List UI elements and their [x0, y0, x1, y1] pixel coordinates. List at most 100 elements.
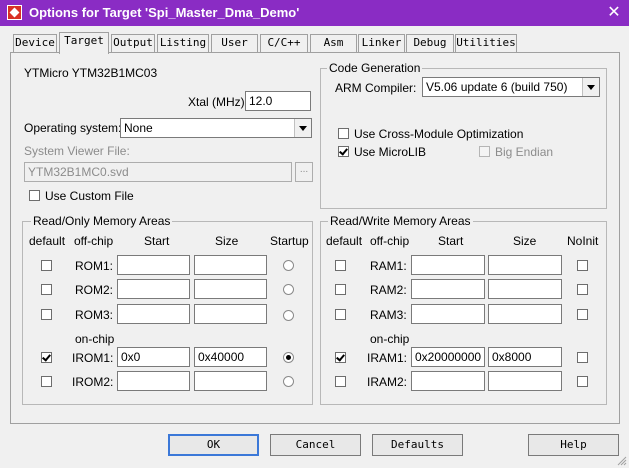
rom-header-startup: Startup	[270, 234, 309, 248]
irom1-label: IROM1:	[72, 351, 114, 365]
cancel-button[interactable]: Cancel	[270, 434, 361, 456]
xtal-label: Xtal (MHz):	[188, 95, 248, 109]
ram-header-start: Start	[438, 234, 464, 248]
rom3-default-checkbox[interactable]	[41, 309, 52, 320]
microlib-label: Use MicroLIB	[354, 145, 427, 159]
compiler-label: ARM Compiler:	[335, 81, 417, 95]
title-bar: Options for Target 'Spi_Master_Dma_Demo'…	[0, 0, 629, 26]
ram1-noinit-checkbox[interactable]	[577, 260, 588, 271]
ram3-start-input[interactable]	[411, 304, 485, 324]
ram3-default-checkbox[interactable]	[335, 309, 346, 320]
tab-debug[interactable]: Debug	[406, 34, 454, 52]
rom2-startup-radio[interactable]	[283, 284, 294, 295]
os-label: Operating system:	[24, 121, 122, 135]
tab-utilities[interactable]: Utilities	[455, 34, 517, 52]
chevron-down-icon[interactable]	[582, 78, 599, 96]
rom1-default-checkbox[interactable]	[41, 260, 52, 271]
ram1-size-input[interactable]	[488, 255, 562, 275]
os-select-value: None	[124, 121, 153, 135]
tab-c-cpp[interactable]: C/C++	[260, 34, 308, 52]
rom2-size-input[interactable]	[194, 279, 267, 299]
irom2-default-checkbox[interactable]	[41, 376, 52, 387]
code-generation-label: Code Generation	[327, 61, 423, 75]
rom1-start-input[interactable]	[117, 255, 190, 275]
tab-target[interactable]: Target	[59, 32, 109, 54]
rom3-startup-radio[interactable]	[283, 310, 294, 321]
compiler-select[interactable]: V5.06 update 6 (build 750)	[422, 77, 600, 97]
ram2-label: RAM2:	[370, 283, 407, 297]
svd-input[interactable]: YTM32B1MC0.svd	[24, 162, 292, 182]
iram1-default-checkbox[interactable]	[335, 352, 346, 363]
ram3-size-input[interactable]	[488, 304, 562, 324]
iram2-start-input[interactable]	[411, 371, 485, 391]
ram1-default-checkbox[interactable]	[335, 260, 346, 271]
irom1-startup-radio[interactable]	[283, 352, 294, 363]
ram-header-offchip: off-chip	[370, 234, 410, 248]
svd-browse-button[interactable]: ...	[295, 162, 313, 182]
close-icon[interactable]: ✕	[604, 3, 624, 23]
ram2-noinit-checkbox[interactable]	[577, 284, 588, 295]
ram-header-default: default	[326, 234, 363, 248]
xtal-input[interactable]: 12.0	[245, 91, 311, 111]
ok-button[interactable]: OK	[168, 434, 259, 456]
rom1-size-input[interactable]	[194, 255, 267, 275]
resize-grip-icon[interactable]	[617, 456, 627, 466]
tab-device[interactable]: Device	[13, 34, 57, 52]
ram2-size-input[interactable]	[488, 279, 562, 299]
iram2-label: IRAM2:	[367, 375, 408, 389]
device-name: YTMicro YTM32B1MC03	[24, 66, 158, 80]
compiler-select-value: V5.06 update 6 (build 750)	[426, 80, 568, 94]
irom2-startup-radio[interactable]	[283, 376, 294, 387]
irom1-start-input[interactable]: 0x0	[117, 347, 190, 367]
ram1-start-input[interactable]	[411, 255, 485, 275]
window-title: Options for Target 'Spi_Master_Dma_Demo'	[29, 5, 300, 20]
rom-onchip-label: on-chip	[75, 332, 115, 346]
custom-file-checkbox[interactable]	[29, 190, 40, 201]
ram-header-size: Size	[513, 234, 537, 248]
tab-linker[interactable]: Linker	[358, 34, 405, 52]
irom1-default-checkbox[interactable]	[41, 352, 52, 363]
ram1-label: RAM1:	[370, 259, 407, 273]
rom3-size-input[interactable]	[194, 304, 267, 324]
ram2-default-checkbox[interactable]	[335, 284, 346, 295]
irom2-start-input[interactable]	[117, 371, 190, 391]
tab-output[interactable]: Output	[111, 34, 155, 52]
ram3-label: RAM3:	[370, 308, 407, 322]
rom1-label: ROM1:	[75, 259, 114, 273]
ram2-start-input[interactable]	[411, 279, 485, 299]
tab-user[interactable]: User	[211, 34, 258, 52]
rom2-default-checkbox[interactable]	[41, 284, 52, 295]
rom-group-label: Read/Only Memory Areas	[31, 214, 173, 228]
big-endian-checkbox[interactable]	[479, 146, 490, 157]
rom-header-size: Size	[215, 234, 239, 248]
app-icon	[7, 5, 22, 20]
rom1-startup-radio[interactable]	[283, 260, 294, 271]
ram3-noinit-checkbox[interactable]	[577, 309, 588, 320]
rom2-start-input[interactable]	[117, 279, 190, 299]
big-endian-label: Big Endian	[495, 145, 554, 159]
os-select[interactable]: None	[120, 118, 312, 138]
rom2-label: ROM2:	[75, 283, 114, 297]
iram2-size-input[interactable]	[488, 371, 562, 391]
defaults-button[interactable]: Defaults	[372, 434, 463, 456]
iram2-default-checkbox[interactable]	[335, 376, 346, 387]
iram2-noinit-checkbox[interactable]	[577, 376, 588, 387]
iram1-size-input[interactable]: 0x8000	[488, 347, 562, 367]
tab-listing[interactable]: Listing	[157, 34, 209, 52]
chevron-down-icon[interactable]	[294, 119, 311, 137]
rom3-start-input[interactable]	[117, 304, 190, 324]
iram1-noinit-checkbox[interactable]	[577, 352, 588, 363]
iram1-start-input[interactable]: 0x20000000	[411, 347, 485, 367]
cross-module-checkbox[interactable]	[338, 128, 349, 139]
help-button[interactable]: Help	[528, 434, 619, 456]
irom2-label: IROM2:	[72, 375, 114, 389]
irom1-size-input[interactable]: 0x40000	[194, 347, 267, 367]
rom3-label: ROM3:	[75, 308, 114, 322]
svd-label: System Viewer File:	[24, 144, 130, 158]
iram1-label: IRAM1:	[367, 351, 408, 365]
custom-file-label: Use Custom File	[45, 189, 134, 203]
microlib-checkbox[interactable]	[338, 146, 349, 157]
irom2-size-input[interactable]	[194, 371, 267, 391]
cross-module-label: Use Cross-Module Optimization	[354, 127, 524, 141]
tab-asm[interactable]: Asm	[310, 34, 357, 52]
